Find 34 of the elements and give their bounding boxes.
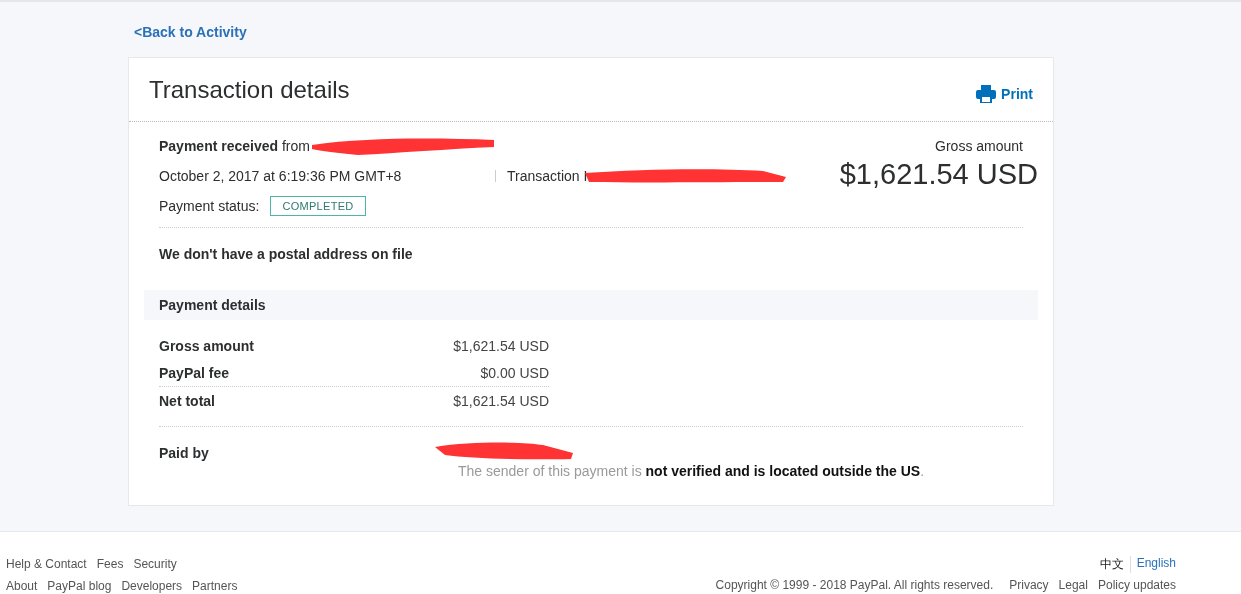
print-button[interactable]: Print <box>976 84 1033 103</box>
footer-link[interactable]: Developers <box>121 579 183 593</box>
detail-label: Gross amount <box>159 337 254 354</box>
language-link[interactable]: 中文 <box>1093 556 1131 573</box>
detail-value: $1,621.54 USD <box>453 392 549 409</box>
status-label: Payment status: <box>159 197 260 214</box>
sender-note: The sender of this payment is not verified and is located outside the US. <box>458 463 925 479</box>
detail-label: Net total <box>159 392 215 409</box>
copyright-text: Copyright © 1999 - 2018 PayPal. All rights reserved. <box>715 578 994 592</box>
footer-link[interactable]: About <box>6 579 38 593</box>
gross-amount-value: $1,621.54 USD <box>839 158 1038 191</box>
status-badge: COMPLETED <box>270 195 366 216</box>
language-link[interactable]: English <box>1130 556 1176 573</box>
section-heading: Payment details <box>159 297 266 313</box>
transaction-date: October 2, 2017 at 6:19:36 PM GMT+8 <box>159 167 403 184</box>
back-link[interactable]: <Back to Activity <box>134 24 247 40</box>
paid-by-label: Paid by <box>159 445 210 463</box>
footer-link[interactable]: Legal <box>1058 578 1088 592</box>
footer-link[interactable]: Security <box>133 557 177 571</box>
detail-label: PayPal fee <box>159 364 230 381</box>
address-note: We don't have a postal address on file <box>159 246 414 264</box>
footer-link[interactable]: Partners <box>192 579 238 593</box>
printer-icon <box>976 84 997 103</box>
payment-received-text: Payment received from <box>159 137 310 154</box>
gross-amount-label: Gross amount <box>935 138 1023 154</box>
footer-link[interactable]: Policy updates <box>1097 578 1176 592</box>
footer-link[interactable]: Help & Contact <box>6 557 87 571</box>
footer-link[interactable]: PayPal blog <box>47 579 112 593</box>
transaction-id-label: Transaction I <box>507 167 588 184</box>
detail-value: $1,621.54 USD <box>453 337 549 354</box>
detail-value: $0.00 USD <box>480 364 549 381</box>
footer-link[interactable]: Privacy <box>1009 578 1049 592</box>
page-title: Transaction details <box>149 75 350 104</box>
footer-link[interactable]: Fees <box>96 557 124 571</box>
